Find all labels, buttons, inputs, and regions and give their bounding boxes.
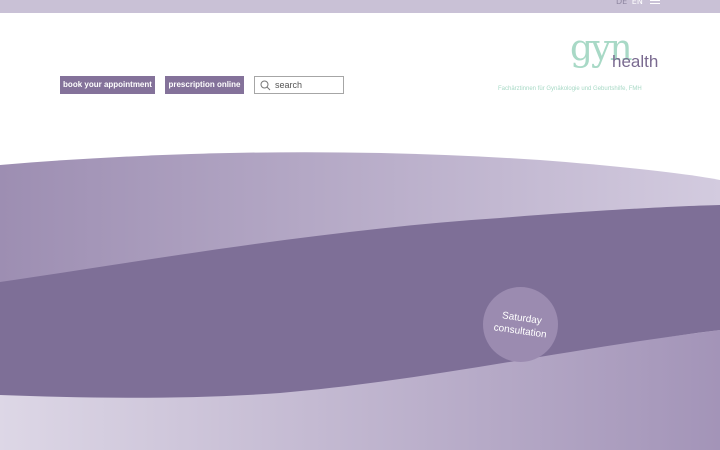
language-de[interactable]: DE — [616, 0, 627, 6]
search-icon — [260, 80, 271, 91]
hero-waves — [0, 152, 720, 450]
logo-health-text: health — [612, 52, 659, 71]
badge-text: Saturday consultation — [492, 309, 547, 341]
language-en[interactable]: EN — [632, 0, 643, 6]
language-switcher: DE EN — [616, 0, 643, 6]
top-bar: DE EN — [0, 0, 720, 13]
prescription-online-button[interactable]: prescription online — [165, 76, 244, 94]
search-box[interactable] — [254, 76, 344, 94]
book-appointment-button[interactable]: book your appointment — [60, 76, 155, 94]
hamburger-menu-icon[interactable] — [650, 0, 660, 6]
search-input[interactable] — [275, 78, 341, 92]
gynhealth-logo[interactable]: gyn health — [566, 28, 662, 74]
logo-tagline: Fachärztinnen für Gynäkologie und Geburt… — [498, 86, 642, 92]
saturday-consultation-badge[interactable]: Saturday consultation — [483, 287, 558, 362]
